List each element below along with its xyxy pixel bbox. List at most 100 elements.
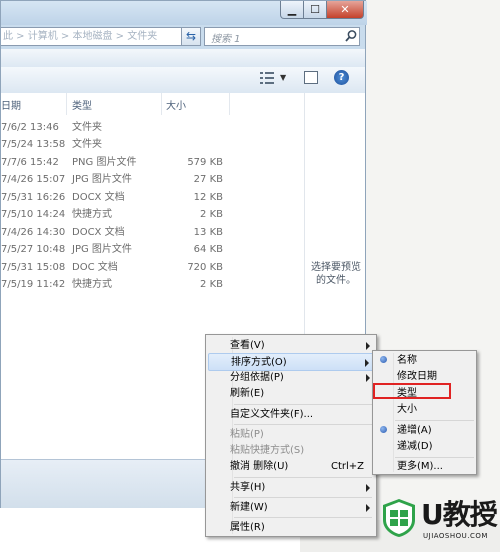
- minimize-button[interactable]: ▁: [280, 1, 304, 19]
- file-date: 7/5/27 10:48: [1, 244, 66, 255]
- file-size: 13 KB: [193, 227, 223, 238]
- menu-item-properties[interactable]: 属性(R): [208, 519, 374, 537]
- sort-option-ascending[interactable]: 递增(A): [375, 422, 474, 439]
- close-button[interactable]: ✕: [326, 1, 364, 19]
- view-options-icon[interactable]: [260, 72, 274, 84]
- submenu-arrow-icon: [366, 374, 370, 382]
- file-row[interactable]: 7/5/31 15:08 DOC 文档 720 KB: [1, 259, 304, 276]
- file-size: 64 KB: [193, 244, 223, 255]
- column-divider[interactable]: [161, 93, 162, 115]
- search-placeholder: 搜索 1: [211, 34, 241, 45]
- file-date: 7/7/6 15:42: [1, 157, 59, 168]
- submenu-arrow-icon: [365, 359, 369, 367]
- selected-radio-icon: [380, 356, 387, 363]
- column-divider[interactable]: [229, 93, 230, 115]
- file-date: 7/5/10 14:24: [1, 209, 66, 220]
- file-date: 7/4/26 15:07: [1, 174, 66, 185]
- sort-option-descending[interactable]: 递减(D): [375, 438, 474, 455]
- menu-separator: [234, 497, 372, 498]
- refresh-button[interactable]: ⇆: [181, 27, 201, 46]
- file-type: DOC 文档: [72, 262, 118, 273]
- view-dropdown-arrow-icon[interactable]: ▼: [280, 73, 286, 82]
- menu-item-label: 递增(A): [397, 425, 432, 436]
- file-row[interactable]: 7/4/26 15:07 JPG 图片文件 27 KB: [1, 171, 304, 188]
- menu-item-label: 名称: [397, 355, 417, 366]
- file-row[interactable]: 7/5/27 10:48 JPG 图片文件 64 KB: [1, 241, 304, 258]
- file-type: DOCX 文档: [72, 227, 125, 238]
- file-row[interactable]: 7/5/10 14:24 快捷方式 2 KB: [1, 206, 304, 223]
- submenu-arrow-icon: [366, 342, 370, 350]
- file-row[interactable]: 7/6/2 13:46 文件夹: [1, 119, 304, 136]
- file-size: 12 KB: [193, 192, 223, 203]
- file-date: 7/5/19 11:42: [1, 279, 66, 290]
- file-type: JPG 图片文件: [72, 174, 132, 185]
- address-bar[interactable]: 此 > 计算机 > 本地磁盘 > 文件夹: [1, 27, 197, 46]
- preview-message: 选择要预览的文件。: [311, 262, 361, 286]
- menu-separator: [234, 517, 372, 518]
- file-row[interactable]: 7/7/6 15:42 PNG 图片文件 579 KB: [1, 154, 304, 171]
- context-menu: 查看(V) 排序方式(O) 分组依据(P) 刷新(E) 自定义文件夹(F)...…: [205, 334, 377, 537]
- file-date: 7/5/24 13:58: [1, 139, 66, 150]
- column-header-date[interactable]: 日期: [1, 97, 21, 112]
- maximize-icon: ☐: [310, 3, 320, 16]
- file-size: 2 KB: [200, 279, 223, 290]
- menu-item-label: 撤消 删除(U): [230, 461, 289, 472]
- sort-option-more[interactable]: 更多(M)...: [375, 458, 474, 475]
- preview-pane-icon[interactable]: [304, 71, 318, 84]
- annotation-highlight-box: [373, 383, 451, 399]
- file-date: 7/6/2 13:46: [1, 122, 59, 133]
- menu-item-share[interactable]: 共享(H): [208, 479, 374, 497]
- search-input[interactable]: 搜索 1: [204, 27, 360, 46]
- file-row[interactable]: 7/4/26 14:30 DOCX 文档 13 KB: [1, 224, 304, 241]
- file-type: 快捷方式: [72, 209, 112, 220]
- menu-item-label: 属性(R): [230, 522, 265, 533]
- selected-radio-icon: [380, 426, 387, 433]
- menu-item-customize-folder[interactable]: 自定义文件夹(F)...: [208, 406, 374, 424]
- file-type: PNG 图片文件: [72, 157, 137, 168]
- column-header-type[interactable]: 类型: [72, 97, 92, 112]
- menu-item-label: 修改日期: [397, 371, 437, 382]
- menu-separator: [234, 424, 372, 425]
- menu-item-label: 分组依据(P): [230, 372, 284, 383]
- address-text: 此 > 计算机 > 本地磁盘 > 文件夹: [3, 31, 158, 42]
- file-type: 文件夹: [72, 139, 102, 150]
- maximize-button[interactable]: ☐: [303, 1, 327, 19]
- menu-item-label: 更多(M)...: [397, 461, 443, 472]
- file-row[interactable]: 7/5/19 11:42 快捷方式 2 KB: [1, 276, 304, 293]
- search-icon[interactable]: [344, 29, 358, 43]
- column-header-size[interactable]: 大小: [166, 97, 186, 112]
- menu-item-label: 共享(H): [230, 482, 266, 493]
- file-row[interactable]: 7/5/24 13:58 文件夹: [1, 136, 304, 153]
- file-type: 文件夹: [72, 122, 102, 133]
- file-type: 快捷方式: [72, 279, 112, 290]
- refresh-icon: ⇆: [185, 29, 197, 43]
- shield-logo-icon: [383, 499, 415, 537]
- file-size: 579 KB: [187, 157, 223, 168]
- menu-item-refresh[interactable]: 刷新(E): [208, 385, 374, 403]
- submenu-arrow-icon: [366, 504, 370, 512]
- brand-url: UJIAOSHOU.COM: [423, 532, 488, 540]
- watermark-logo: U教授 UJIAOSHOU.COM: [381, 496, 498, 548]
- menu-item-label: 粘贴(P): [230, 429, 264, 440]
- close-icon: ✕: [340, 3, 350, 16]
- menu-item-label: 刷新(E): [230, 388, 265, 399]
- menu-item-label: 自定义文件夹(F)...: [230, 409, 314, 420]
- file-row[interactable]: 7/5/31 16:26 DOCX 文档 12 KB: [1, 189, 304, 206]
- menu-item-new[interactable]: 新建(W): [208, 499, 374, 517]
- submenu-arrow-icon: [366, 484, 370, 492]
- file-type: DOCX 文档: [72, 192, 125, 203]
- menu-separator: [234, 404, 372, 405]
- file-type: JPG 图片文件: [72, 244, 132, 255]
- sort-option-size[interactable]: 大小: [375, 401, 474, 418]
- menu-item-label: 大小: [397, 404, 417, 415]
- sort-option-name[interactable]: 名称: [375, 352, 474, 369]
- menu-item-undo-delete[interactable]: 撤消 删除(U) Ctrl+Z: [208, 458, 374, 476]
- sort-submenu: 名称 修改日期 类型 大小 递增(A) 递减(D) 更多(M)...: [372, 350, 477, 475]
- help-icon[interactable]: ?: [334, 70, 349, 85]
- column-divider[interactable]: [66, 93, 67, 115]
- menu-item-label: 递减(D): [397, 441, 433, 452]
- file-size: 2 KB: [200, 209, 223, 220]
- file-date: 7/4/26 14:30: [1, 227, 66, 238]
- minimize-icon: ▁: [287, 3, 297, 16]
- menu-separator: [395, 420, 474, 421]
